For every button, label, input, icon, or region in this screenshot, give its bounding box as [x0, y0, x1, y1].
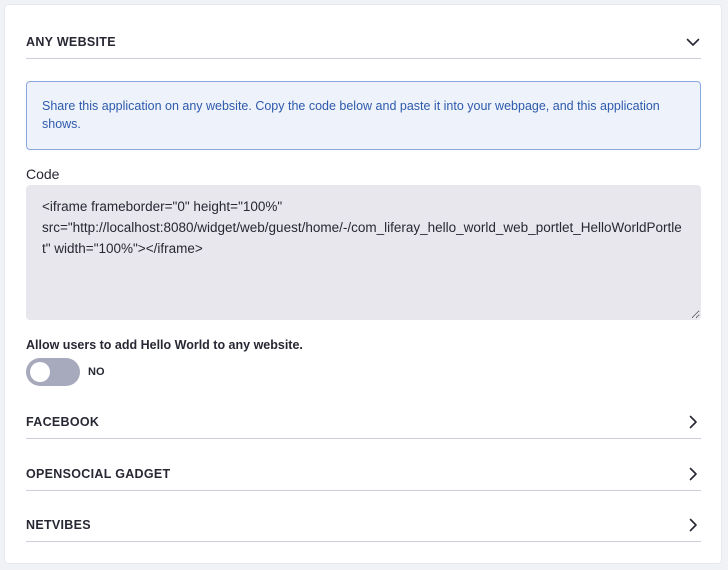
panel-header-netvibes[interactable]: NETVIBES [26, 508, 701, 542]
chevron-right-icon [689, 518, 697, 531]
toggle-state-label: NO [88, 366, 105, 378]
code-label: Code [26, 166, 60, 182]
panel-header-opensocial-gadget[interactable]: OPENSOCIAL GADGET [26, 457, 701, 491]
embed-code-textarea[interactable]: <iframe frameborder="0" height="100%" sr… [26, 185, 701, 320]
toggle-label: Allow users to add Hello World to any we… [26, 338, 303, 352]
allow-any-website-toggle[interactable] [26, 358, 80, 386]
sharing-card: ANY WEBSITE Share this application on an… [4, 4, 722, 564]
info-alert-text: Share this application on any website. C… [42, 99, 660, 131]
chevron-right-icon [689, 467, 697, 480]
toggle-knob [30, 362, 50, 382]
chevron-down-icon [686, 38, 700, 46]
panel-header-any-website[interactable]: ANY WEBSITE [26, 25, 701, 59]
panel-title-netvibes: NETVIBES [26, 517, 91, 532]
panel-title-any-website: ANY WEBSITE [26, 34, 116, 49]
panel-header-facebook[interactable]: FACEBOOK [26, 405, 701, 439]
panel-title-opensocial-gadget: OPENSOCIAL GADGET [26, 466, 171, 481]
chevron-right-icon [689, 415, 697, 428]
info-alert: Share this application on any website. C… [26, 81, 701, 150]
panel-title-facebook: FACEBOOK [26, 414, 100, 429]
